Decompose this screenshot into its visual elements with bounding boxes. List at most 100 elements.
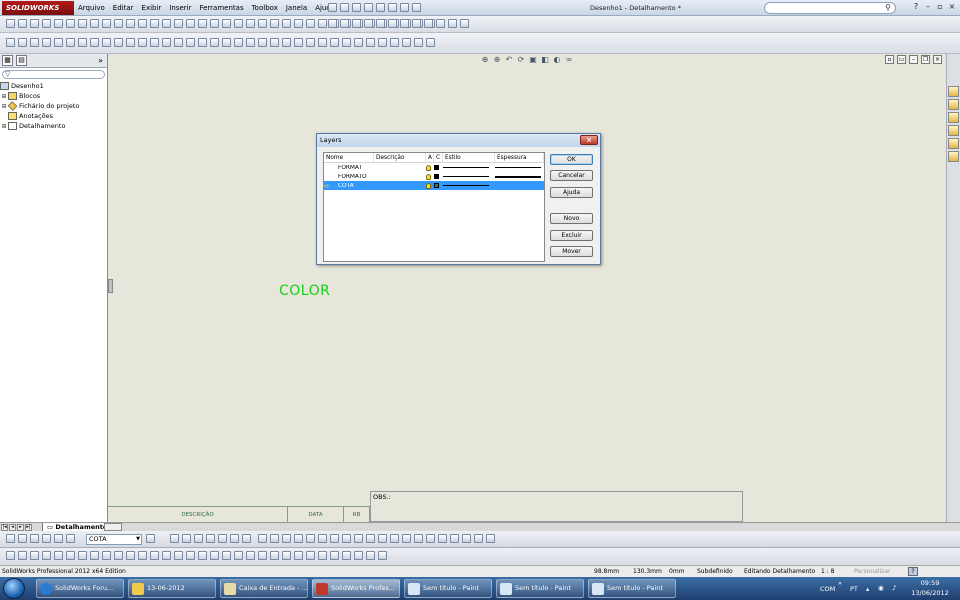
layer-color[interactable] bbox=[434, 165, 443, 170]
tool-icon[interactable] bbox=[186, 38, 195, 47]
taskbar-item-paint-2[interactable]: Sem título - Paint bbox=[496, 579, 584, 598]
tool-icon[interactable] bbox=[126, 19, 135, 28]
tool-icon[interactable] bbox=[366, 534, 375, 543]
taskbar-item-folder[interactable]: 13-06-2012 bbox=[128, 579, 216, 598]
design-library-icon[interactable] bbox=[948, 99, 959, 110]
tool-icon[interactable] bbox=[390, 534, 399, 543]
tool-icon[interactable] bbox=[194, 534, 203, 543]
color-swatch-icon[interactable] bbox=[434, 165, 439, 170]
menu-toolbox[interactable]: Toolbox bbox=[248, 4, 282, 12]
tool-icon[interactable] bbox=[412, 19, 421, 28]
view-palette-icon[interactable] bbox=[948, 125, 959, 136]
tool-icon[interactable] bbox=[170, 534, 179, 543]
lightbulb-icon[interactable] bbox=[426, 173, 431, 180]
col-nome[interactable]: Nome bbox=[324, 153, 374, 162]
tool-icon[interactable] bbox=[174, 38, 183, 47]
new-layer-button[interactable]: Novo bbox=[550, 213, 593, 224]
tool-icon[interactable] bbox=[258, 551, 267, 560]
status-help-icon[interactable]: ? bbox=[908, 567, 918, 576]
viewport-minimize-icon[interactable]: – bbox=[909, 55, 918, 64]
solidworks-logo[interactable]: SOLIDWORKS bbox=[2, 0, 74, 15]
tool-icon[interactable] bbox=[402, 38, 411, 47]
tool-icon[interactable] bbox=[330, 534, 339, 543]
taskbar-item-solidworks[interactable]: SolidWorks Profes... bbox=[312, 579, 400, 598]
tool-icon[interactable] bbox=[198, 19, 207, 28]
tool-icon[interactable] bbox=[90, 19, 99, 28]
undo-icon[interactable] bbox=[376, 3, 385, 12]
tool-icon[interactable] bbox=[448, 19, 457, 28]
dialog-title[interactable]: Layers bbox=[317, 134, 600, 147]
tool-icon[interactable] bbox=[318, 534, 327, 543]
tool-icon[interactable] bbox=[42, 38, 51, 47]
menu-inserir[interactable]: Inserir bbox=[165, 4, 195, 12]
col-descricao[interactable]: Descrição bbox=[374, 153, 426, 162]
tool-icon[interactable] bbox=[294, 19, 303, 28]
tool-icon[interactable] bbox=[378, 534, 387, 543]
tool-icon[interactable] bbox=[246, 19, 255, 28]
layer-select[interactable]: COTA ▼ bbox=[86, 534, 142, 545]
print-icon[interactable] bbox=[364, 3, 373, 12]
tool-icon[interactable] bbox=[306, 534, 315, 543]
status-scale[interactable]: 1 : 8 bbox=[821, 566, 834, 577]
tool-icon[interactable] bbox=[282, 19, 291, 28]
restore-icon[interactable]: ▫ bbox=[936, 2, 944, 12]
tray-volume-icon[interactable]: ♪ bbox=[892, 584, 896, 592]
tree-item-fichario[interactable]: ⊞ Fichário do projeto bbox=[0, 101, 107, 111]
taskbar-item-paint-3[interactable]: Sem título - Paint bbox=[588, 579, 676, 598]
tool-icon[interactable] bbox=[438, 534, 447, 543]
tool-icon[interactable] bbox=[138, 38, 147, 47]
tool-icon[interactable] bbox=[376, 19, 385, 28]
menu-ferramentas[interactable]: Ferramentas bbox=[195, 4, 247, 12]
tool-icon[interactable] bbox=[366, 38, 375, 47]
tool-icon[interactable] bbox=[42, 551, 51, 560]
tool-icon[interactable] bbox=[6, 534, 15, 543]
minimize-icon[interactable]: – bbox=[924, 2, 932, 12]
tool-icon[interactable] bbox=[210, 38, 219, 47]
tool-icon[interactable] bbox=[366, 551, 375, 560]
tool-icon[interactable] bbox=[486, 534, 495, 543]
menu-exibir[interactable]: Exibir bbox=[138, 4, 166, 12]
tool-icon[interactable] bbox=[378, 551, 387, 560]
tool-icon[interactable] bbox=[114, 38, 123, 47]
col-espessura[interactable]: Espessura bbox=[495, 153, 544, 162]
tool-icon[interactable] bbox=[222, 19, 231, 28]
options-icon[interactable] bbox=[412, 3, 421, 12]
tool-icon[interactable] bbox=[294, 551, 303, 560]
tool-icon[interactable] bbox=[424, 19, 433, 28]
tool-icon[interactable] bbox=[294, 38, 303, 47]
panel-splitter-handle[interactable] bbox=[108, 279, 113, 293]
color-text-annotation[interactable]: COLOR bbox=[279, 283, 330, 299]
tool-icon[interactable] bbox=[42, 19, 51, 28]
rotate-view-icon[interactable]: ⟳ bbox=[516, 55, 526, 65]
tool-icon[interactable] bbox=[282, 534, 291, 543]
taskbar-item-outlook[interactable]: Caixa de Entrada - ... bbox=[220, 579, 308, 598]
layer-style[interactable] bbox=[443, 167, 495, 168]
tool-icon[interactable] bbox=[90, 551, 99, 560]
chevron-down-icon[interactable]: ▼ bbox=[136, 535, 140, 544]
tool-icon[interactable] bbox=[234, 38, 243, 47]
tray-network-icon[interactable]: ◉ bbox=[878, 584, 884, 592]
tool-icon[interactable] bbox=[414, 38, 423, 47]
layer-visibility[interactable] bbox=[426, 182, 434, 189]
tool-icon[interactable] bbox=[234, 19, 243, 28]
close-icon[interactable]: × bbox=[948, 2, 956, 12]
col-c[interactable]: C bbox=[434, 153, 443, 162]
tool-icon[interactable] bbox=[162, 38, 171, 47]
tool-icon[interactable] bbox=[66, 19, 75, 28]
tree-item-anotacoes[interactable]: Anotações bbox=[0, 111, 107, 121]
tool-icon[interactable] bbox=[230, 534, 239, 543]
viewport-close-icon[interactable]: × bbox=[933, 55, 942, 64]
tool-icon[interactable] bbox=[162, 19, 171, 28]
tool-icon[interactable] bbox=[388, 19, 397, 28]
tool-icon[interactable] bbox=[186, 551, 195, 560]
delete-layer-button[interactable]: Excluir bbox=[550, 230, 593, 241]
search-icon[interactable]: ⚲ bbox=[885, 3, 891, 12]
tool-icon[interactable] bbox=[174, 551, 183, 560]
layer-thickness[interactable] bbox=[495, 167, 544, 168]
tool-icon[interactable] bbox=[138, 19, 147, 28]
tray-language[interactable]: PT bbox=[850, 585, 858, 593]
tray-time[interactable]: 09:59 bbox=[908, 579, 952, 587]
lightbulb-icon[interactable] bbox=[426, 164, 431, 171]
tool-icon[interactable] bbox=[222, 551, 231, 560]
tool-icon[interactable] bbox=[270, 534, 279, 543]
